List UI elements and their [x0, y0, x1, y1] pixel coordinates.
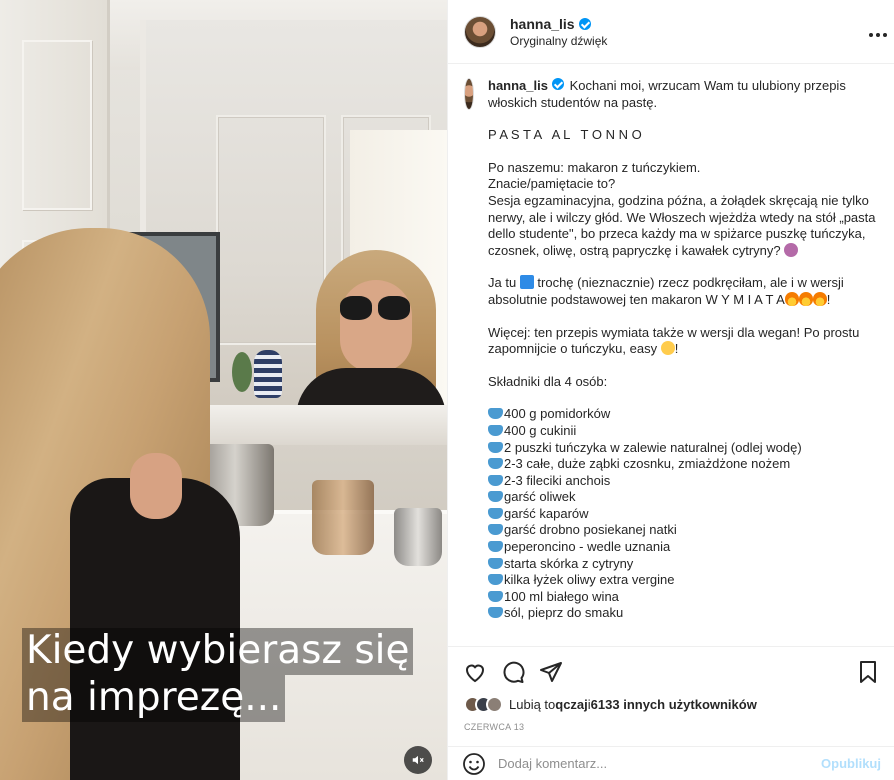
- list-item: sól, pieprz do smaku: [488, 605, 879, 622]
- pot-emoji-icon: [488, 524, 503, 536]
- author-username-text[interactable]: hanna_lis: [510, 16, 575, 32]
- post-sidebar: hanna_lis Oryginalny dźwięk hanna_lis Ko…: [447, 0, 894, 780]
- pot-emoji-icon: [488, 491, 503, 503]
- list-item: kilka łyżek oliwy extra vergine: [488, 572, 879, 589]
- like-button[interactable]: [462, 659, 488, 685]
- post-header: hanna_lis Oryginalny dźwięk: [448, 0, 894, 64]
- mute-button[interactable]: [404, 746, 432, 774]
- list-item: 2-3 całe, duże ząbki czosnku, zmiażdżone…: [488, 456, 879, 473]
- verified-badge-icon: [578, 17, 591, 30]
- pot-emoji-icon: [488, 541, 503, 553]
- fire-emoji-icon: [798, 291, 813, 306]
- list-item: 2-3 fileciki anchois: [488, 473, 879, 490]
- ingredients-title: Składniki dla 4 osób:: [488, 373, 608, 389]
- speaker-muted-icon: [412, 755, 424, 765]
- list-item: 2 puszki tuńczyka w zalewie naturalnej (…: [488, 440, 879, 457]
- post-comment-button[interactable]: Opublikuj: [821, 756, 881, 771]
- ingredients-list: 400 g pomidorków 400 g cukinii 2 puszki …: [488, 406, 879, 622]
- media-vase: [394, 508, 442, 566]
- avatar[interactable]: [486, 696, 503, 713]
- send-icon: [540, 661, 562, 682]
- pot-emoji-icon: [488, 574, 503, 586]
- pot-emoji-icon: [488, 408, 503, 420]
- fire-emoji-icon: [784, 291, 799, 306]
- list-item: starta skórka z cytryny: [488, 556, 879, 573]
- pot-emoji-icon: [488, 507, 503, 519]
- share-button[interactable]: [538, 659, 564, 685]
- post-media-video[interactable]: Kiedy wybierasz się na imprezę...: [0, 0, 447, 780]
- action-bar: [448, 646, 894, 696]
- pot-emoji-icon: [488, 557, 503, 569]
- video-caption: Kiedy wybierasz się na imprezę...: [22, 628, 414, 722]
- post-date[interactable]: CZERWCA 13: [464, 722, 524, 732]
- media-ginger-jar: [254, 350, 282, 398]
- heart-icon: [465, 664, 485, 682]
- comment-input[interactable]: [498, 756, 822, 771]
- comment-icon: [503, 661, 525, 683]
- audio-label[interactable]: Oryginalny dźwięk: [510, 34, 607, 48]
- post-caption: hanna_lis Kochani moi, wrzucam Wam tu ul…: [488, 78, 879, 622]
- list-item: 400 g pomidorków: [488, 406, 879, 423]
- list-item: garść drobno posiekanej natki: [488, 522, 879, 539]
- fire-emoji-icon: [812, 291, 827, 306]
- list-item: garść kaparów: [488, 506, 879, 523]
- list-item: garść oliwek: [488, 489, 879, 506]
- list-item: 400 g cukinii: [488, 423, 879, 440]
- likes-user-link[interactable]: qczaj: [555, 697, 588, 712]
- pot-emoji-icon: [488, 590, 503, 602]
- caption-para-2a: Ja tu: [488, 275, 520, 291]
- arrow-down-emoji-icon: [519, 275, 534, 290]
- caption-para-1c: Sesja egzaminacyjna, godzina późna, a żo…: [488, 192, 880, 258]
- pot-emoji-icon: [488, 607, 503, 619]
- likes-summary: Lubią to qczaj i 6133 innych użytkownikó…: [464, 696, 757, 713]
- more-options-button[interactable]: [868, 22, 888, 43]
- video-caption-line-1: Kiedy wybierasz się: [22, 628, 414, 675]
- pot-emoji-icon: [488, 424, 503, 436]
- pot-emoji-icon: [488, 458, 503, 470]
- caption-username[interactable]: hanna_lis: [488, 78, 548, 93]
- list-item: peperoncino - wedle uznania: [488, 539, 879, 556]
- verified-badge-icon: [551, 78, 564, 90]
- media-vase: [312, 480, 374, 555]
- tongue-face-emoji-icon: [660, 341, 675, 356]
- pot-emoji-icon: [488, 474, 503, 486]
- video-caption-line-2: na imprezę...: [22, 674, 286, 722]
- caption-para-1a: Po naszemu: makaron z tuńczykiem.: [488, 159, 701, 175]
- save-button[interactable]: [855, 659, 881, 685]
- avatar[interactable]: [464, 78, 474, 110]
- avatar[interactable]: [464, 15, 496, 48]
- recipe-title: P A S T A A L T O N N O: [488, 127, 642, 143]
- comment-button[interactable]: [500, 659, 526, 685]
- author-username[interactable]: hanna_lis: [510, 16, 607, 32]
- comment-composer: Opublikuj: [448, 746, 894, 780]
- ellipsis-icon: [869, 33, 887, 37]
- pot-emoji-icon: [488, 441, 503, 453]
- list-item: 100 ml białego wina: [488, 589, 879, 606]
- caption-para-2c: !: [826, 291, 831, 307]
- likes-count-link[interactable]: 6133 innych użytkowników: [591, 697, 757, 712]
- post-caption-area: hanna_lis Kochani moi, wrzucam Wam tu ul…: [448, 64, 894, 646]
- likes-prefix: Lubią to: [509, 697, 556, 712]
- shrug-emoji-icon: [784, 242, 799, 257]
- emoji-icon[interactable]: [462, 752, 486, 776]
- caption-para-1b: Znacie/pamiętacie to?: [488, 176, 616, 192]
- caption-para-3b: !: [674, 341, 679, 357]
- bookmark-icon: [860, 660, 876, 683]
